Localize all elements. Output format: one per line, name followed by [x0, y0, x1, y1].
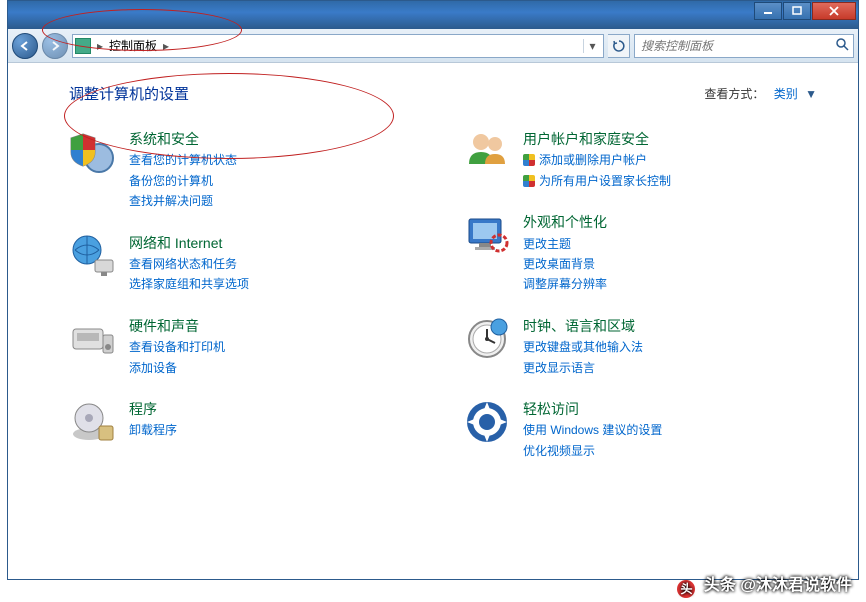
breadcrumb-root[interactable]: 控制面板 [109, 37, 157, 54]
category-user-accounts: 用户帐户和家庭安全添加或删除用户帐户为所有用户设置家长控制 [463, 128, 817, 191]
titlebar [8, 1, 858, 29]
search-input[interactable] [639, 38, 835, 54]
category-link[interactable]: 选择家庭组和共享选项 [129, 274, 249, 294]
category-link[interactable]: 调整屏幕分辨率 [523, 274, 607, 294]
category-link[interactable]: 查看网络状态和任务 [129, 254, 249, 274]
category-appearance: 外观和个性化更改主题更改桌面背景调整屏幕分辨率 [463, 211, 817, 295]
category-title[interactable]: 时钟、语言和区域 [523, 318, 635, 334]
minimize-button[interactable] [754, 2, 782, 20]
category-link[interactable]: 为所有用户设置家长控制 [523, 171, 671, 191]
category-link[interactable]: 优化视频显示 [523, 441, 662, 461]
category-link[interactable]: 使用 Windows 建议的设置 [523, 420, 662, 440]
view-by: 查看方式： 类别 ▼ [704, 85, 817, 102]
chevron-down-icon[interactable]: ▼ [805, 87, 817, 101]
address-bar[interactable]: ▸ 控制面板 ▸ ▾ [72, 34, 604, 58]
ease-access-icon [463, 398, 511, 446]
category-title[interactable]: 硬件和声音 [129, 318, 199, 334]
category-link[interactable]: 查看设备和打印机 [129, 337, 225, 357]
appearance-icon [463, 211, 511, 259]
search-box[interactable] [634, 34, 854, 58]
breadcrumb-separator: ▸ [95, 39, 105, 53]
category-link[interactable]: 查看您的计算机状态 [129, 150, 237, 170]
category-link[interactable]: 更改键盘或其他输入法 [523, 337, 643, 357]
category-network-internet: 网络和 Internet 查看网络状态和任务选择家庭组和共享选项 [69, 232, 423, 295]
category-column-left: 系统和安全查看您的计算机状态备份您的计算机查找并解决问题网络和 Internet… [69, 128, 423, 481]
maximize-button[interactable] [783, 2, 811, 20]
view-by-value[interactable]: 类别 [774, 87, 798, 101]
hardware-sound-icon [69, 315, 117, 363]
address-dropdown[interactable]: ▾ [583, 39, 601, 53]
watermark-prefix: 头条 [704, 577, 736, 594]
page-title: 调整计算机的设置 [69, 83, 189, 104]
category-link[interactable]: 查找并解决问题 [129, 191, 237, 211]
network-internet-icon [69, 232, 117, 280]
category-link[interactable]: 更改桌面背景 [523, 254, 607, 274]
category-link[interactable]: 备份您的计算机 [129, 171, 237, 191]
search-icon[interactable] [835, 37, 849, 54]
category-title[interactable]: 轻松访问 [523, 401, 579, 417]
programs-icon [69, 398, 117, 446]
content-area: 调整计算机的设置 查看方式： 类别 ▼ 系统和安全查看您的计算机状态备份您的计算… [9, 63, 857, 579]
clock-lang-icon [463, 315, 511, 363]
watermark: 头 头条 @沐沐君说软件 [677, 571, 852, 598]
category-title[interactable]: 程序 [129, 401, 157, 417]
refresh-button[interactable] [608, 34, 630, 58]
user-accounts-icon [463, 128, 511, 176]
watermark-handle: @沐沐君说软件 [740, 577, 852, 594]
view-by-label: 查看方式： [704, 87, 764, 101]
category-clock-lang: 时钟、语言和区域更改键盘或其他输入法更改显示语言 [463, 315, 817, 378]
category-link[interactable]: 更改主题 [523, 234, 607, 254]
category-programs: 程序卸载程序 [69, 398, 423, 446]
category-link[interactable]: 卸载程序 [129, 420, 177, 440]
breadcrumb-separator[interactable]: ▸ [161, 39, 171, 53]
category-column-right: 用户帐户和家庭安全添加或删除用户帐户为所有用户设置家长控制外观和个性化更改主题更… [463, 128, 817, 481]
category-ease-access: 轻松访问使用 Windows 建议的设置优化视频显示 [463, 398, 817, 461]
category-hardware-sound: 硬件和声音查看设备和打印机添加设备 [69, 315, 423, 378]
category-title[interactable]: 系统和安全 [129, 131, 199, 147]
forward-button[interactable] [42, 33, 68, 59]
control-panel-icon [75, 38, 91, 54]
category-title[interactable]: 用户帐户和家庭安全 [523, 131, 649, 147]
category-link[interactable]: 添加或删除用户帐户 [523, 150, 671, 170]
system-security-icon [69, 128, 117, 176]
category-link[interactable]: 添加设备 [129, 358, 225, 378]
control-panel-window: ▸ 控制面板 ▸ ▾ 调整计算机的设置 查看方式： 类别 ▼ 系统和安全查 [7, 0, 859, 580]
category-system-security: 系统和安全查看您的计算机状态备份您的计算机查找并解决问题 [69, 128, 423, 212]
navbar: ▸ 控制面板 ▸ ▾ [8, 29, 858, 63]
toutiao-logo-icon: 头 [677, 580, 695, 598]
category-link[interactable]: 更改显示语言 [523, 358, 643, 378]
close-button[interactable] [812, 2, 856, 20]
category-title[interactable]: 外观和个性化 [523, 214, 607, 230]
category-title[interactable]: 网络和 Internet [129, 235, 222, 251]
back-button[interactable] [12, 33, 38, 59]
